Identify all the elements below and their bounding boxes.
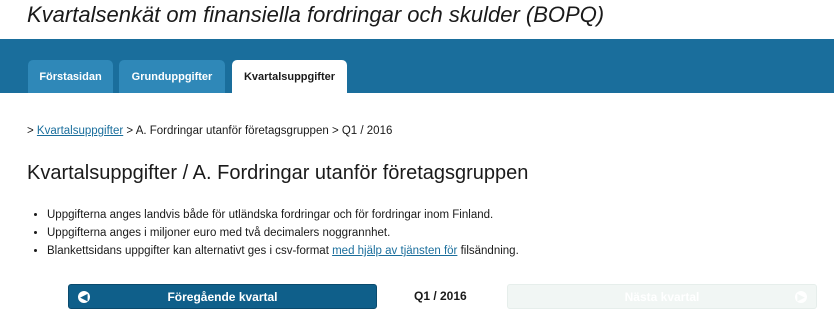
arrow-left-circle-icon: ◀ xyxy=(78,291,90,303)
breadcrumb-link-kvartalsuppgifter[interactable]: Kvartalsuppgifter xyxy=(37,125,123,137)
previous-quarter-label: Föregående kvartal xyxy=(167,289,278,304)
breadcrumb: > Kvartalsuppgifter > A. Fordringar utan… xyxy=(27,125,392,137)
list-item: Blankettsidans uppgifter kan alternativt… xyxy=(47,242,519,260)
tab-kvartalsuppgifter[interactable]: Kvartalsuppgifter xyxy=(232,60,347,93)
breadcrumb-prefix: > xyxy=(27,125,37,137)
list-item: Uppgifterna anges i miljoner euro med tv… xyxy=(47,224,519,242)
app-title: Kvartalsenkät om finansiella fordringar … xyxy=(27,2,605,27)
tab-grunduppgifter[interactable]: Grunduppgifter xyxy=(119,60,225,93)
page-title: Kvartalsuppgifter / A. Fordringar utanfö… xyxy=(27,162,529,184)
arrow-right-circle-icon: ▶ xyxy=(795,291,807,303)
next-quarter-label: Nästa kvartal xyxy=(624,289,700,304)
file-transfer-service-link[interactable]: med hjälp av tjänsten för xyxy=(332,245,457,257)
previous-quarter-button[interactable]: ◀ Föregående kvartal xyxy=(68,284,377,309)
breadcrumb-current: > A. Fordringar utanför företagsgruppen … xyxy=(123,125,393,137)
tab-forstasidan[interactable]: Förstasidan xyxy=(28,60,113,93)
next-quarter-button[interactable]: Nästa kvartal ▶ xyxy=(507,284,817,309)
list-item-text: Blankettsidans uppgifter kan alternativt… xyxy=(47,245,333,257)
list-item: Uppgifterna anges landvis både för utlän… xyxy=(47,206,519,224)
list-item-text: filsändning. xyxy=(457,245,519,257)
instruction-list: Uppgifterna anges landvis både för utlän… xyxy=(27,206,519,260)
current-period: Q1 / 2016 xyxy=(414,289,467,303)
tab-bar: Förstasidan Grunduppgifter Kvartalsuppgi… xyxy=(0,39,834,93)
